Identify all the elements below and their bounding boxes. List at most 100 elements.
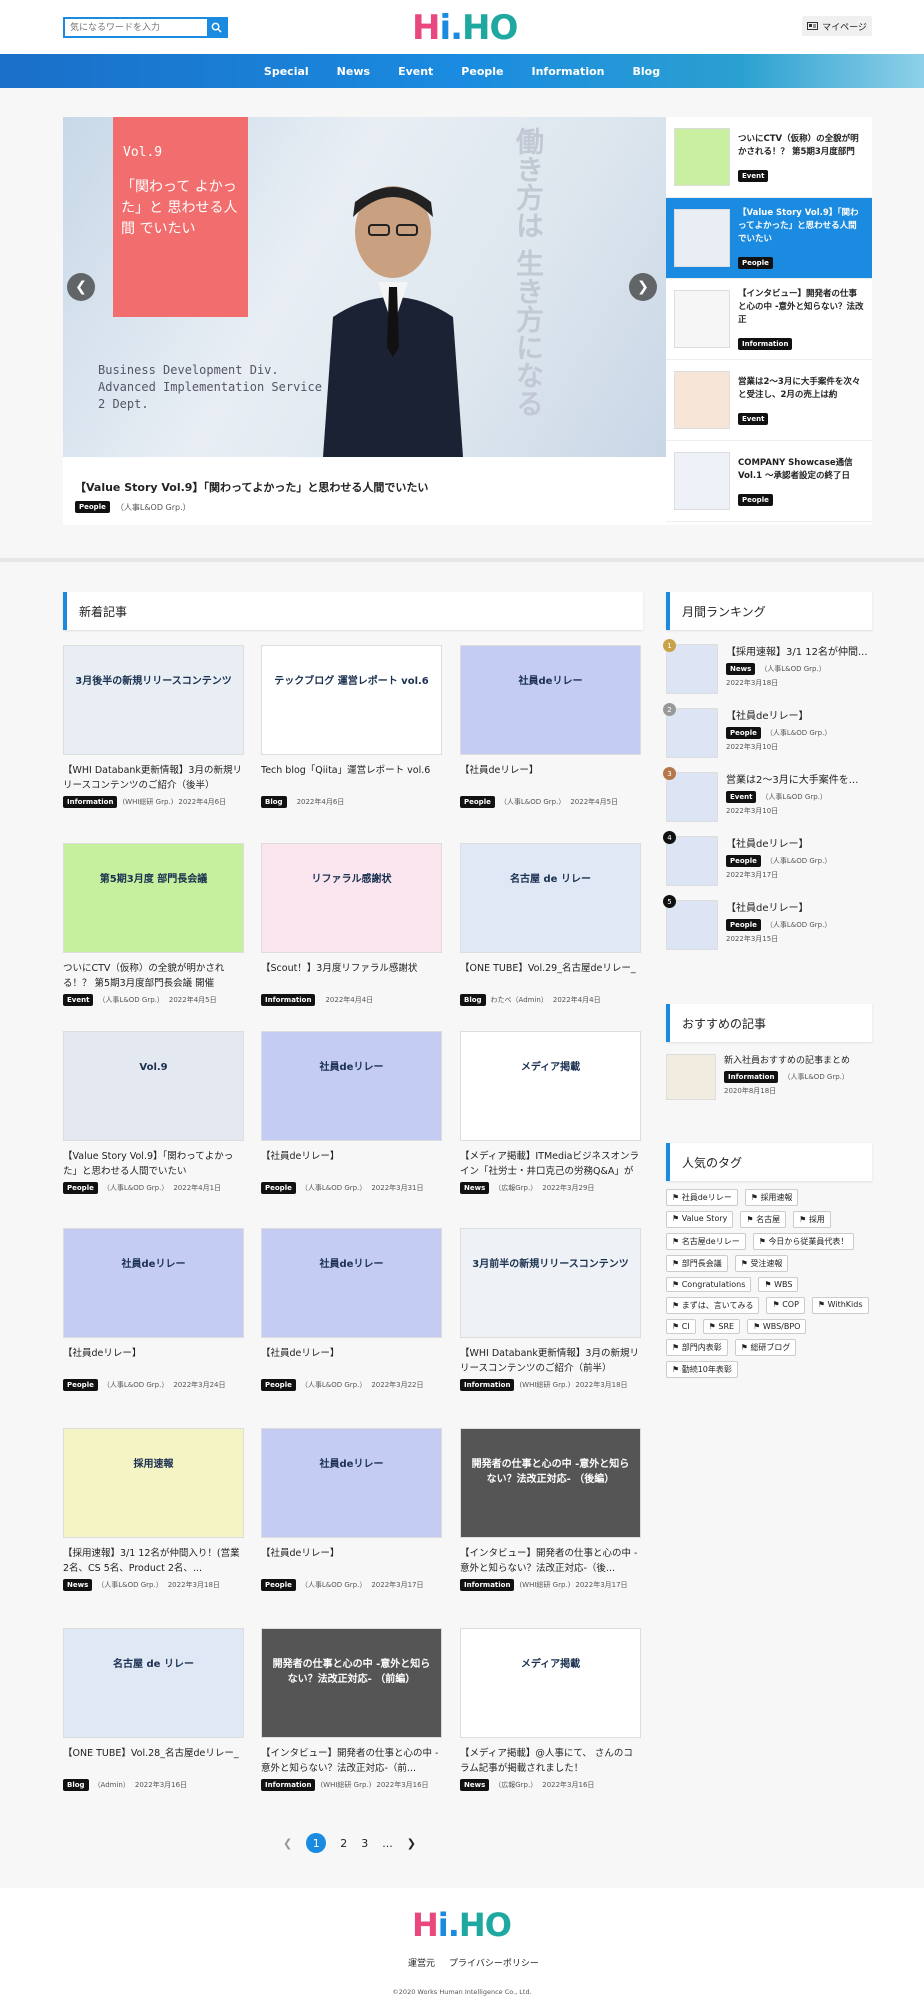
- article-card[interactable]: Vol.9 【Value Story Vol.9】「関わってよかった」と思わせる人…: [63, 1031, 244, 1194]
- pager-next-icon[interactable]: ❯: [407, 1837, 416, 1850]
- article-title[interactable]: 【採用速報】3/1 12名が仲間入り！(営業 2名、CS 5名、Product …: [63, 1546, 244, 1576]
- search-button[interactable]: [207, 19, 226, 36]
- tag-chip[interactable]: ⚑ 名古屋deリレー: [666, 1233, 746, 1250]
- article-thumbnail[interactable]: Vol.9: [63, 1031, 244, 1141]
- article-thumbnail[interactable]: 開発者の仕事と心の中 -意外と知らない？法改正対応- （後編）: [460, 1428, 641, 1538]
- tag-chip[interactable]: ⚑ 受注速報: [734, 1255, 789, 1272]
- ranking-thumbnail[interactable]: 5: [663, 895, 718, 950]
- article-title[interactable]: 【メディア掲載】ITMediaビジネスオンライン「社労士・井口克己の労務Q&A」…: [460, 1149, 641, 1179]
- tag-chip[interactable]: ⚑ WBS: [758, 1277, 799, 1292]
- category-tag[interactable]: Information: [261, 994, 316, 1006]
- tag-chip[interactable]: ⚑ Congratulations: [666, 1277, 752, 1292]
- tag-chip[interactable]: ⚑ 名古屋: [740, 1211, 787, 1228]
- article-card[interactable]: 社員deリレー 【社員deリレー】 People （人事L&OD Grp.） 2022年…: [261, 1428, 442, 1591]
- category-tag[interactable]: People: [261, 1379, 296, 1391]
- article-card[interactable]: メディア掲載 【メディア掲載】@人事にて、 さんのコラム記事が掲載されました！ Ne…: [460, 1628, 641, 1791]
- nav-special[interactable]: Special: [250, 65, 323, 78]
- tag-chip[interactable]: ⚑ Value Story: [666, 1211, 734, 1228]
- article-thumbnail[interactable]: 3月後半の新規リリースコンテンツ: [63, 645, 244, 755]
- article-card[interactable]: 3月前半の新規リリースコンテンツ 【WHI Databank更新情報】3月の新規リ…: [460, 1228, 641, 1391]
- pager-prev-icon[interactable]: ❮: [283, 1837, 292, 1850]
- footer-logo[interactable]: Hi.HO: [412, 1906, 512, 1944]
- article-title[interactable]: 【ONE TUBE】Vol.29_名古屋deリレー_: [460, 961, 641, 991]
- category-tag[interactable]: News: [460, 1182, 490, 1194]
- article-title[interactable]: 【社員deリレー】: [63, 1346, 244, 1376]
- category-tag[interactable]: People: [738, 493, 773, 506]
- category-tag[interactable]: Information: [724, 1071, 779, 1083]
- footer-link-operator[interactable]: 運営元: [408, 1956, 435, 1969]
- category-tag[interactable]: People: [460, 796, 495, 808]
- category-tag[interactable]: People: [726, 919, 761, 931]
- article-card[interactable]: 名古屋 de リレー 【ONE TUBE】Vol.29_名古屋deリレー_ Blog…: [460, 843, 641, 1006]
- article-thumbnail[interactable]: 社員deリレー: [261, 1031, 442, 1141]
- search-input[interactable]: [65, 19, 207, 36]
- article-title[interactable]: 【WHI Databank更新情報】3月の新規リリースコンテンツのご紹介（後半）: [63, 763, 244, 793]
- article-thumbnail[interactable]: 社員deリレー: [261, 1428, 442, 1538]
- tag-chip[interactable]: ⚑ CI: [666, 1319, 696, 1334]
- mypage-button[interactable]: マイページ: [802, 16, 872, 36]
- ranking-title[interactable]: 営業は2～3月に大手案件を...: [726, 774, 858, 788]
- tag-chip[interactable]: ⚑ 部門内表彰: [666, 1339, 728, 1356]
- tag-chip[interactable]: ⚑ WithKids: [811, 1297, 869, 1314]
- recommend-item[interactable]: 新入社員おすすめの記事まとめ Information （人事L&OD Grp.） …: [666, 1054, 872, 1100]
- category-tag[interactable]: Event: [738, 169, 769, 182]
- pickup-thumbnail[interactable]: [674, 209, 730, 267]
- category-tag[interactable]: People: [726, 855, 761, 867]
- recommend-thumbnail[interactable]: [666, 1054, 716, 1100]
- article-title[interactable]: 【社員deリレー】: [460, 763, 641, 793]
- site-logo[interactable]: Hi.HO: [412, 8, 518, 48]
- ranking-item[interactable]: 1 【採用速報】3/1 12名が仲間... News （人事L&OD Grp.） 202…: [663, 639, 872, 696]
- article-thumbnail[interactable]: テックブログ 運営レポート vol.6: [261, 645, 442, 755]
- nav-event[interactable]: Event: [384, 65, 447, 78]
- pager-page-3[interactable]: 3: [361, 1837, 368, 1850]
- ranking-item[interactable]: 5 【社員deリレー】 People （人事L&OD Grp.） 2022年3月15日: [663, 895, 872, 952]
- category-tag[interactable]: Event: [63, 994, 94, 1006]
- ranking-thumbnail[interactable]: 3: [663, 767, 718, 822]
- article-title[interactable]: 【Scout！】3月度リファラル感謝状: [261, 961, 442, 991]
- pager-page-2[interactable]: 2: [340, 1837, 347, 1850]
- article-card[interactable]: リファラル感謝状 【Scout！】3月度リファラル感謝状 Information 20…: [261, 843, 442, 1006]
- nav-blog[interactable]: Blog: [618, 65, 674, 78]
- tag-chip[interactable]: ⚑ 採用: [793, 1211, 831, 1228]
- category-tag[interactable]: Information: [460, 1579, 515, 1591]
- ranking-title[interactable]: 【社員deリレー】: [726, 710, 831, 724]
- category-tag[interactable]: People: [726, 727, 761, 739]
- category-tag[interactable]: People: [63, 1182, 98, 1194]
- article-card[interactable]: 社員deリレー 【社員deリレー】 People （人事L&OD Grp.） 2022年…: [63, 1228, 244, 1391]
- category-tag[interactable]: People: [738, 257, 773, 269]
- category-tag[interactable]: Blog: [63, 1779, 89, 1791]
- nav-news[interactable]: News: [323, 65, 384, 78]
- tag-chip[interactable]: ⚑ 今日から従業員代表！: [752, 1233, 855, 1250]
- article-card[interactable]: テックブログ 運営レポート vol.6 Tech blog「Qiita」運営レポー…: [261, 645, 442, 808]
- ranking-item[interactable]: 3 営業は2～3月に大手案件を... Event （人事L&OD Grp.） 2022年…: [663, 767, 872, 824]
- recommend-title[interactable]: 新入社員おすすめの記事まとめ: [724, 1054, 850, 1068]
- pickup-thumbnail[interactable]: [674, 290, 730, 348]
- article-title[interactable]: 【社員deリレー】: [261, 1546, 442, 1576]
- article-thumbnail[interactable]: 社員deリレー: [460, 645, 641, 755]
- ranking-item[interactable]: 4 【社員deリレー】 People （人事L&OD Grp.） 2022年3月17日: [663, 831, 872, 888]
- article-thumbnail[interactable]: 社員deリレー: [261, 1228, 442, 1338]
- nav-information[interactable]: Information: [517, 65, 618, 78]
- hero-image[interactable]: Vol.9 「関わって よかった」と 思わせる人間 でいたい 働き方は 生き方に…: [63, 117, 666, 457]
- tag-chip[interactable]: ⚑ 総研ブログ: [734, 1339, 797, 1356]
- ranking-item[interactable]: 2 【社員deリレー】 People （人事L&OD Grp.） 2022年3月10日: [663, 703, 872, 760]
- article-title[interactable]: 【社員deリレー】: [261, 1149, 442, 1179]
- ranking-thumbnail[interactable]: 2: [663, 703, 718, 758]
- article-thumbnail[interactable]: メディア掲載: [460, 1031, 641, 1141]
- article-card[interactable]: 第5期3月度 部門長会議 ついにCTV（仮称）の全貌が明かされる！？ 第5期3月度…: [63, 843, 244, 1006]
- article-thumbnail[interactable]: 3月前半の新規リリースコンテンツ: [460, 1228, 641, 1338]
- category-tag[interactable]: Information: [63, 796, 118, 808]
- article-card[interactable]: 名古屋 de リレー 【ONE TUBE】Vol.28_名古屋deリレー_ Blog…: [63, 1628, 244, 1791]
- category-tag[interactable]: News: [63, 1579, 93, 1591]
- hero-next-arrow[interactable]: ❯: [629, 273, 657, 301]
- article-card[interactable]: メディア掲載【メディア掲載】ITMediaビジネスオンライン「社労士・井口克己の…: [460, 1031, 641, 1194]
- footer-link-privacy[interactable]: プライバシーポリシー: [449, 1956, 539, 1969]
- pickup-thumbnail[interactable]: [674, 128, 730, 186]
- tag-chip[interactable]: ⚑ SRE: [702, 1319, 741, 1334]
- hero-slider[interactable]: Vol.9 「関わって よかった」と 思わせる人間 でいたい 働き方は 生き方に…: [63, 117, 666, 525]
- category-tag[interactable]: People: [261, 1182, 296, 1194]
- tag-chip[interactable]: ⚑ 採用速報: [744, 1189, 799, 1206]
- category-tag[interactable]: Information: [261, 1779, 316, 1791]
- article-title[interactable]: 【インタビュー】開発者の仕事と心の中 -意外と知らない？法改正対応-（前...: [261, 1746, 442, 1776]
- pager-page-1[interactable]: 1: [306, 1833, 327, 1853]
